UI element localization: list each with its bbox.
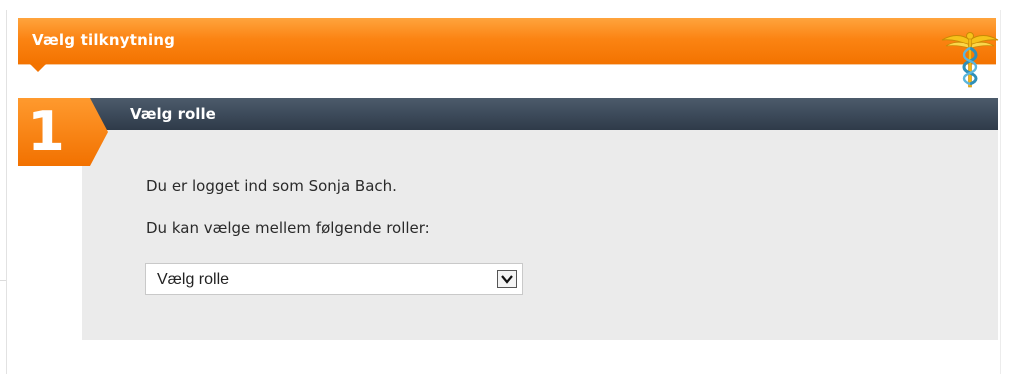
page: Vælg tilknytning Vælg rolle 1 Du er logg…	[0, 0, 1010, 374]
caduceus-icon	[938, 20, 1002, 90]
chevron-down-icon[interactable]	[497, 270, 517, 288]
top-frame	[0, 0, 1010, 14]
step-number: 1	[27, 100, 65, 163]
role-select-value: Vælg rolle	[157, 271, 230, 288]
header-strip	[18, 64, 996, 65]
roles-intro-text: Du kan vælge mellem følgende roller:	[146, 219, 430, 237]
left-divider-tick	[0, 280, 6, 281]
header-bar: Vælg tilknytning	[18, 18, 996, 64]
logged-in-text: Du er logget ind som Sonja Bach.	[146, 177, 397, 195]
left-divider	[6, 10, 7, 374]
role-select[interactable]: Vælg rolle	[145, 263, 523, 295]
step-title: Vælg rolle	[130, 105, 216, 123]
header-title: Vælg tilknytning	[32, 31, 176, 49]
step-header-bar: Vælg rolle	[82, 98, 998, 130]
header-notch	[30, 64, 46, 72]
